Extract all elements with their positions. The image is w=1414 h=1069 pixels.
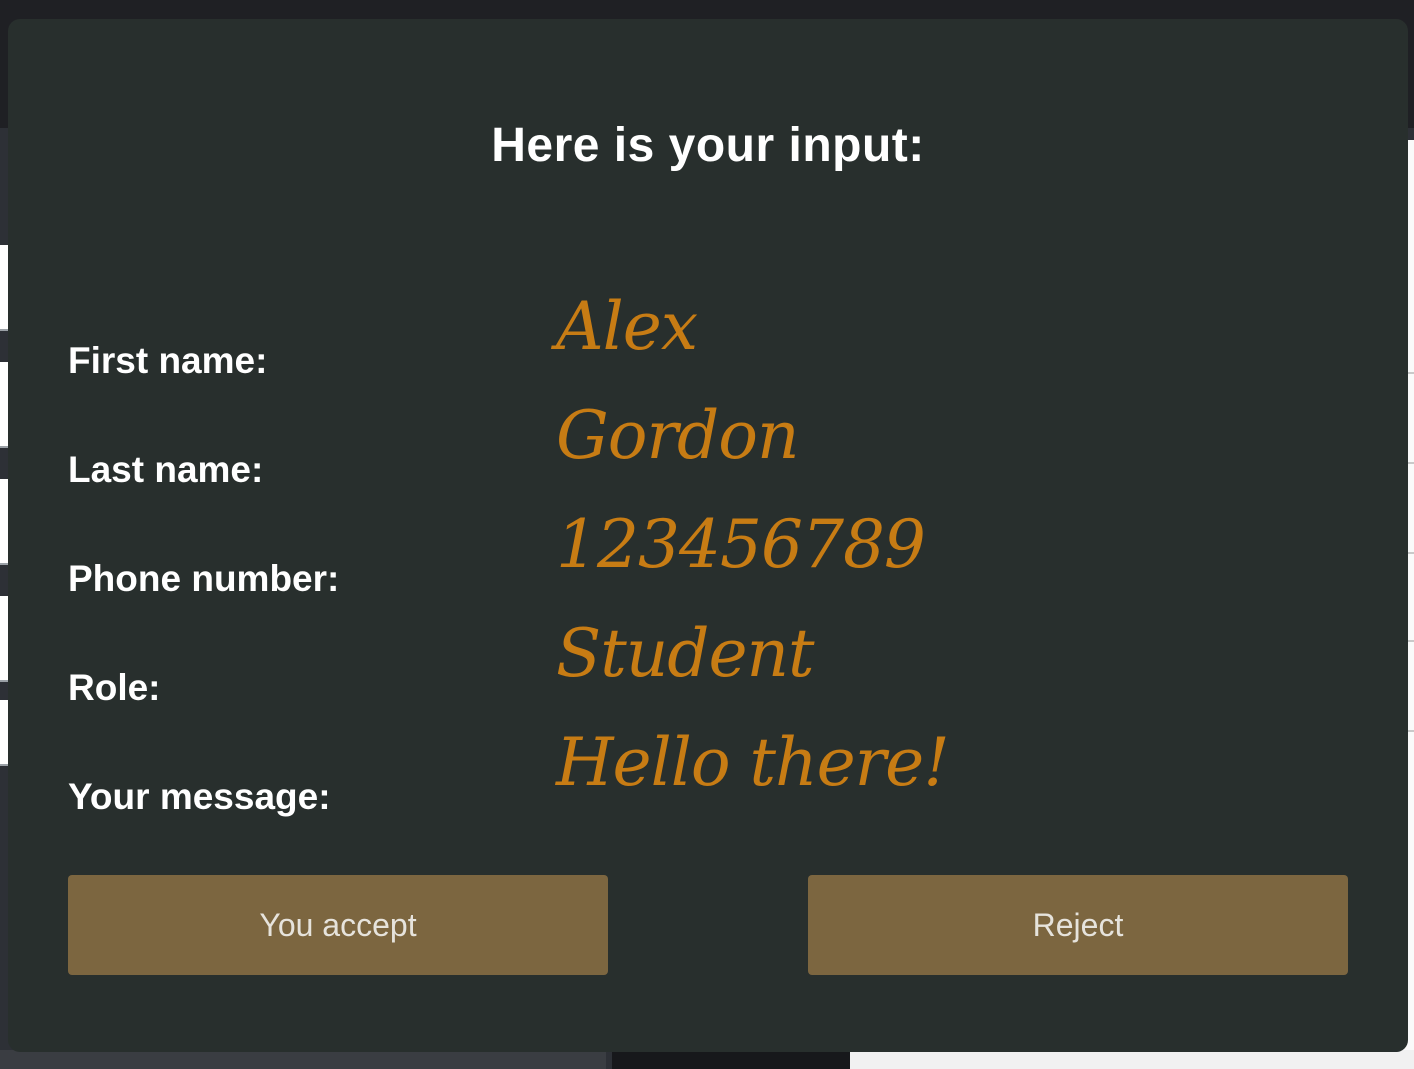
message-value: Hello there! <box>556 724 950 801</box>
role-value: Student <box>556 615 815 692</box>
reject-button[interactable]: Reject <box>808 875 1348 975</box>
last-name-value: Gordon <box>556 397 799 474</box>
background-footer-right <box>850 1050 1414 1069</box>
confirmation-modal: Here is your input: First name: Alex Las… <box>8 19 1408 1052</box>
phone-number-value: 123456789 <box>556 506 926 583</box>
message-label: Your message: <box>68 776 331 817</box>
background-footer-middle <box>612 1050 850 1069</box>
accept-button[interactable]: You accept <box>68 875 608 975</box>
first-name-label: First name: <box>68 340 268 381</box>
phone-number-label: Phone number: <box>68 558 340 599</box>
first-name-value: Alex <box>556 288 698 365</box>
modal-title: Here is your input: <box>491 119 925 172</box>
background-footer-left <box>0 1050 606 1069</box>
role-label: Role: <box>68 667 161 708</box>
last-name-label: Last name: <box>68 449 264 490</box>
